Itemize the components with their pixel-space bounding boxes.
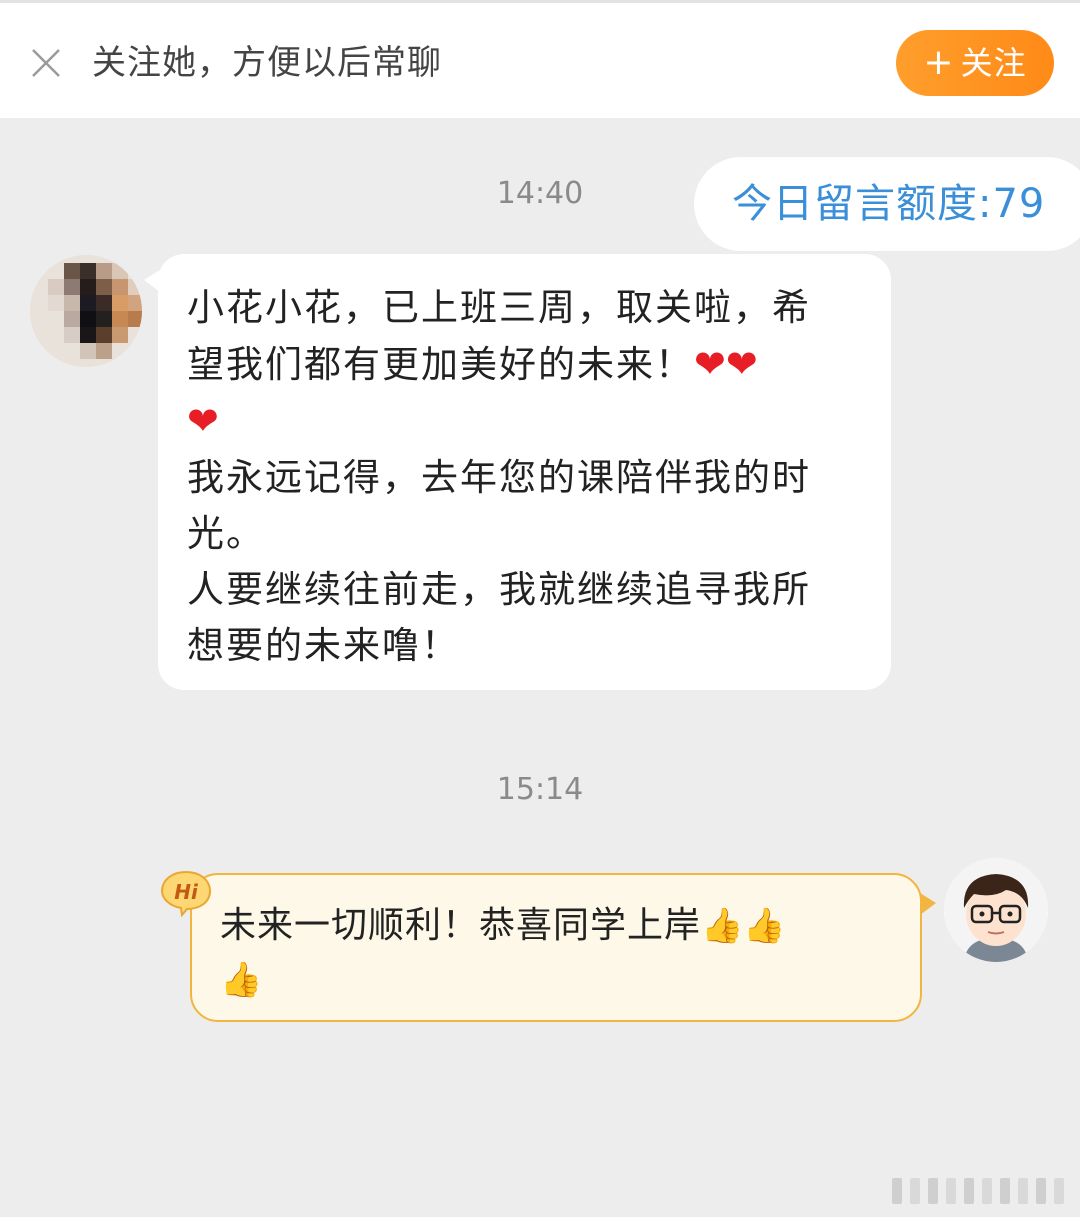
message-line: 想要的未来噜！ [187,624,460,667]
close-icon[interactable] [28,45,64,81]
pixelated-avatar-image [30,255,142,367]
hi-bubble-badge-icon: Hi [160,870,212,917]
thumbs-up-emoji-icon: 👍 [743,906,786,946]
outgoing-message-bubble[interactable]: 未来一切顺利！恭喜同学上岸👍👍 👍 [190,873,936,1022]
incoming-message-bubble[interactable]: 小花小花，已上班三周，取关啦，希 望我们都有更加美好的未来！❤❤ ❤ 我永远记得… [144,254,891,690]
follow-prompt-text: 关注她，方便以后常聊 [92,43,442,83]
my-avatar[interactable] [944,858,1048,962]
timestamp: 15:14 [496,772,584,807]
bottom-nav-indicator-icon [892,1178,1064,1204]
cartoon-avatar-image [944,858,1048,962]
heart-emoji-icon: ❤ [694,342,726,386]
message-line: 我永远记得，去年您的课陪伴我的时 [187,456,811,499]
sender-avatar[interactable] [30,255,142,367]
follow-button-label: 关注 [960,44,1027,82]
message-line: 未来一切顺利！恭喜同学上岸👍👍 [220,905,786,946]
message-line: 望我们都有更加美好的未来！❤❤ [187,342,758,386]
thumbs-up-emoji-icon: 👍 [220,960,263,1000]
message-quota-badge: 今日留言额度:79 [694,157,1080,251]
thumbs-up-emoji-icon: 👍 [701,906,744,946]
follow-prompt-bar: 关注她，方便以后常聊 + 关注 [0,0,1080,118]
message-line: ❤ [187,393,861,450]
message-line: 小花小花，已上班三周，取关啦，希 [187,286,811,329]
heart-emoji-icon: ❤ [725,342,758,386]
heart-emoji-icon: ❤ [187,399,219,443]
hi-badge-text: Hi [174,880,199,904]
message-line: 人要继续往前走，我就继续追寻我所 [187,568,811,611]
plus-icon: + [923,42,955,83]
message-line: 光。 [187,512,265,555]
follow-button[interactable]: + 关注 [896,30,1054,96]
message-line: 👍 [220,953,900,1007]
